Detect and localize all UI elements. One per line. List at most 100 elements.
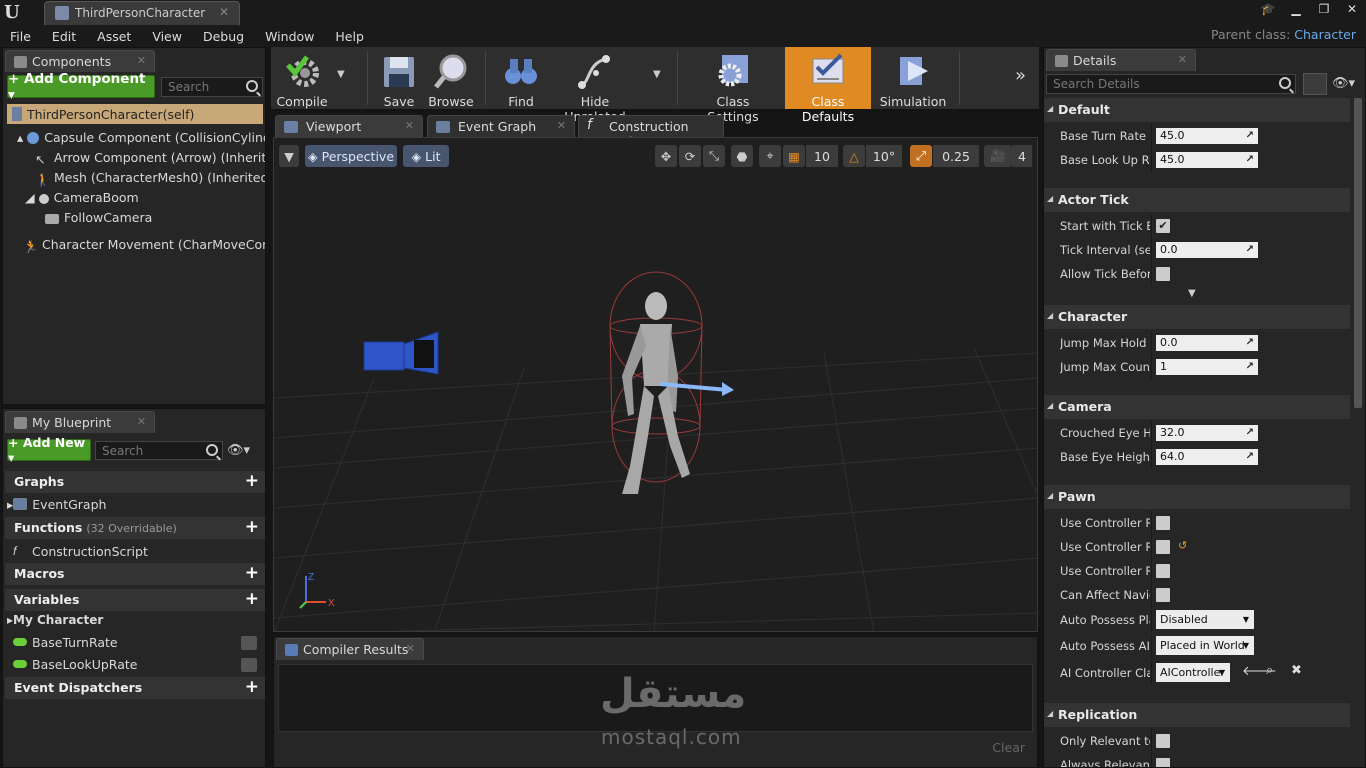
close-window-button[interactable]: ✕ <box>1338 0 1366 18</box>
ai-controller-class-select[interactable]: AIController <box>1156 663 1230 682</box>
add-new-button[interactable]: + Add New ▾ <box>7 435 91 465</box>
camera-speed-icon[interactable]: 🎥 <box>984 145 1012 167</box>
tree-item[interactable]: ◢ CameraBoom <box>25 190 265 210</box>
section-pawn[interactable]: Pawn <box>1044 485 1350 509</box>
reset-to-default-icon[interactable]: ↺ <box>1178 539 1187 552</box>
save-button[interactable]: Save <box>375 47 423 109</box>
expand-advanced-icon[interactable]: ▼ <box>1188 288 1196 299</box>
compile-options-icon[interactable]: ▼ <box>337 69 345 80</box>
my-blueprint-tab[interactable]: My Blueprint ✕ <box>5 411 155 433</box>
menu-file[interactable]: File <box>0 29 42 44</box>
menu-view[interactable]: View <box>142 29 193 44</box>
character-mesh[interactable] <box>604 266 744 506</box>
close-icon[interactable]: ✕ <box>557 119 566 132</box>
class-defaults-button[interactable]: Class Defaults <box>785 47 871 124</box>
viewport[interactable]: Z X ▼ ◈ Perspective ◈ Lit ✥ ⟳ ⤡ ⬣ ⌖ ▦ 10 △… <box>273 137 1038 632</box>
tab-construction-script[interactable]: f Construction Scrip <box>578 115 724 149</box>
surface-snap-icon[interactable]: ⌖ <box>759 145 781 167</box>
tab-viewport[interactable]: Viewport ✕ <box>275 115 423 137</box>
property-matrix-icon[interactable] <box>1303 73 1327 95</box>
clear-button[interactable]: Clear <box>992 740 1025 755</box>
rotate-icon[interactable]: ⟳ <box>679 145 701 167</box>
use-controller-yaw-checkbox[interactable] <box>1156 540 1170 554</box>
allow-tick-checkbox[interactable] <box>1156 267 1170 281</box>
find-button[interactable]: Find <box>495 47 547 109</box>
auto-possess-ai-select[interactable]: Placed in World <box>1156 636 1254 655</box>
add-dispatcher-icon[interactable]: + <box>245 677 259 697</box>
components-search-input[interactable]: Search <box>161 77 263 97</box>
world-local-icon[interactable]: ⬣ <box>731 145 753 167</box>
scale-snap-icon[interactable]: ⤢ <box>910 145 932 167</box>
simulation-button[interactable]: Simulation <box>877 47 949 109</box>
compile-button[interactable]: Compile <box>273 47 331 109</box>
auto-possess-player-select[interactable]: Disabled <box>1156 610 1254 629</box>
details-scrollbar[interactable] <box>1354 98 1362 408</box>
tree-item[interactable]: 🏃Character Movement (CharMoveComp) (I <box>23 237 265 257</box>
list-item-construction-script[interactable]: 𝑓 ConstructionScript <box>13 543 148 563</box>
section-macros[interactable]: Macros + <box>5 563 265 585</box>
close-icon[interactable]: ✕ <box>405 119 414 132</box>
jump-max-count-input[interactable]: 1 <box>1156 359 1258 375</box>
add-graph-icon[interactable]: + <box>245 471 259 491</box>
close-icon[interactable]: ✕ <box>406 642 415 655</box>
tree-item[interactable]: ▴ Capsule Component (CollisionCylinder) … <box>17 130 265 150</box>
view-options-icon[interactable]: 👁▾ <box>227 443 259 459</box>
parent-class-link[interactable]: Character <box>1294 27 1356 42</box>
minimize-button[interactable]: ▁ <box>1282 0 1310 18</box>
blueprint-search-input[interactable]: Search <box>95 441 223 460</box>
tick-interval-input[interactable]: 0.0 <box>1156 242 1258 258</box>
scale-icon[interactable]: ⤡ <box>703 145 725 167</box>
use-controller-pitch-checkbox[interactable] <box>1156 516 1170 530</box>
menu-asset[interactable]: Asset <box>87 29 142 44</box>
variable-base-turn-rate[interactable]: BaseTurnRate <box>13 635 263 655</box>
section-character[interactable]: Character <box>1044 305 1350 329</box>
visibility-toggle[interactable] <box>241 636 257 650</box>
tree-item[interactable]: ↖ Arrow Component (Arrow) (Inherited) <box>35 150 265 170</box>
category-my-character[interactable]: ▸My Character <box>7 613 103 633</box>
component-root[interactable]: ThirdPersonCharacter(self) <box>7 104 263 124</box>
section-functions[interactable]: Functions (32 Overridable) + <box>5 517 265 539</box>
close-icon[interactable]: ✕ <box>137 54 146 67</box>
follow-camera-mesh[interactable] <box>360 328 444 380</box>
tree-item[interactable]: FollowCamera <box>45 210 265 230</box>
add-function-icon[interactable]: + <box>245 517 259 537</box>
scale-snap-value[interactable]: 0.25 <box>933 145 979 167</box>
document-tab[interactable]: ThirdPersonCharacter ✕ <box>44 1 240 25</box>
always-relevant-checkbox[interactable] <box>1156 758 1170 767</box>
can-affect-navigation-checkbox[interactable] <box>1156 588 1170 602</box>
translate-icon[interactable]: ✥ <box>655 145 677 167</box>
base-turn-rate-input[interactable]: 45.0 <box>1156 128 1258 144</box>
rotation-snap-value[interactable]: 10° <box>866 145 902 167</box>
class-settings-button[interactable]: Class Settings <box>691 47 775 124</box>
add-component-button[interactable]: + Add Component ▾ <box>7 71 155 103</box>
menu-help[interactable]: Help <box>325 29 375 44</box>
lit-button[interactable]: ◈ Lit <box>403 145 449 167</box>
hide-unrelated-button[interactable]: Hide Unrelated <box>553 47 637 124</box>
section-graphs[interactable]: Graphs + <box>5 471 265 493</box>
browse-search-icon[interactable]: ⌕ <box>1266 663 1273 678</box>
base-eye-height-input[interactable]: 64.0 <box>1156 449 1258 465</box>
close-icon[interactable]: ✕ <box>137 415 146 428</box>
section-variables[interactable]: Variables + <box>5 589 265 611</box>
base-look-up-rate-input[interactable]: 45.0 <box>1156 152 1258 168</box>
camera-speed-value[interactable]: 4 <box>1012 145 1032 167</box>
section-replication[interactable]: Replication <box>1044 703 1350 727</box>
start-tick-checkbox[interactable]: ✔ <box>1156 219 1170 233</box>
close-icon[interactable]: ✕ <box>219 5 229 19</box>
variable-base-look-up-rate[interactable]: BaseLookUpRate <box>13 657 263 677</box>
menu-window[interactable]: Window <box>255 29 325 44</box>
grid-snap-value[interactable]: 10 <box>806 145 838 167</box>
visibility-toggle[interactable] <box>241 658 257 672</box>
viewport-options-button[interactable]: ▼ <box>279 145 299 167</box>
jump-max-hold-input[interactable]: 0.0 <box>1156 335 1258 351</box>
menu-edit[interactable]: Edit <box>42 29 87 44</box>
tree-item[interactable]: 🚶 Mesh (CharacterMesh0) (Inherited) <box>35 170 265 190</box>
rotation-snap-icon[interactable]: △ <box>843 145 865 167</box>
add-macro-icon[interactable]: + <box>245 563 259 583</box>
menu-debug[interactable]: Debug <box>193 29 255 44</box>
perspective-button[interactable]: ◈ Perspective <box>305 145 397 167</box>
section-camera[interactable]: Camera <box>1044 395 1350 419</box>
section-default[interactable]: Default <box>1044 98 1350 122</box>
components-tab[interactable]: Components ✕ <box>5 50 155 72</box>
feedback-icon[interactable]: 🎓 <box>1254 0 1282 18</box>
